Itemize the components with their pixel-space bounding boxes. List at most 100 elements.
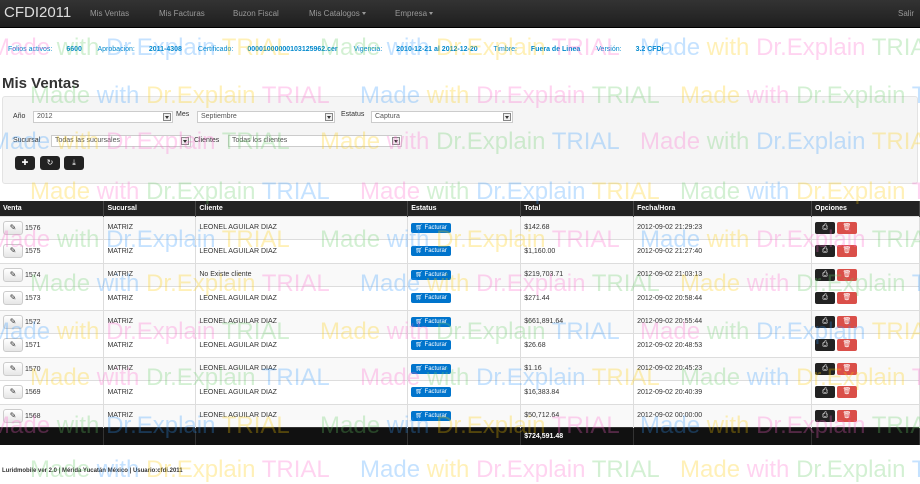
- column-header[interactable]: Total: [520, 201, 635, 216]
- table-total-row: $724,591.48: [0, 427, 920, 445]
- trash-icon: 🗑︎: [842, 223, 852, 231]
- aprobacion-value: 2011-4308: [148, 46, 182, 53]
- delete-button[interactable]: 🗑︎: [836, 386, 857, 399]
- column-header[interactable]: Venta: [0, 201, 105, 216]
- print-button[interactable]: ⎙: [815, 245, 836, 258]
- download-button[interactable]: ⤓: [64, 156, 84, 170]
- edit-button[interactable]: ✎: [3, 291, 23, 306]
- print-icon: ⎙: [822, 341, 828, 349]
- estatus-cell: 🛒︎ Facturar: [407, 333, 522, 357]
- edit-button[interactable]: ✎: [3, 244, 23, 259]
- watermark-word: with: [706, 34, 750, 61]
- watermark-word: Dr.Explain: [476, 456, 586, 483]
- delete-button[interactable]: 🗑︎: [836, 268, 857, 281]
- facturar-button[interactable]: 🛒︎ Facturar: [411, 410, 451, 421]
- print-button[interactable]: ⎙: [815, 409, 836, 422]
- sucursal-cell: MATRIZ: [103, 333, 197, 357]
- chevron-down-icon: [429, 12, 434, 16]
- edit-button[interactable]: ✎: [3, 408, 23, 423]
- facturar-button[interactable]: 🛒︎ Facturar: [411, 363, 451, 374]
- facturar-button[interactable]: 🛒︎ Facturar: [411, 269, 451, 280]
- table-row: ✎ 1570 MATRIZ LEONEL AGUILAR DIAZ 🛒︎ Factura…: [0, 356, 920, 381]
- nav-empresa[interactable]: Empresa: [395, 9, 434, 18]
- pencil-icon: ✎: [9, 222, 17, 232]
- edit-button[interactable]: ✎: [3, 220, 23, 235]
- opciones-cell: ⎙ 🗑︎: [811, 403, 920, 428]
- estatus-select[interactable]: Captura: [371, 111, 513, 123]
- edit-button[interactable]: ✎: [3, 267, 23, 282]
- nav-mis-facturas[interactable]: Mis Facturas: [159, 9, 205, 18]
- certificado-info: Certificado: 00001000000103125962.cer: [198, 46, 338, 53]
- opciones-cell: ⎙ 🗑︎: [811, 309, 920, 334]
- print-button[interactable]: ⎙: [815, 221, 836, 234]
- facturar-button[interactable]: 🛒︎ Facturar: [411, 340, 451, 351]
- fecha-cell: 2012-09-02 20:48:53: [633, 333, 813, 357]
- venta-number: 1573: [25, 295, 41, 303]
- delete-button[interactable]: 🗑︎: [836, 409, 857, 422]
- delete-button[interactable]: 🗑︎: [836, 339, 857, 352]
- facturar-button[interactable]: 🛒︎ Facturar: [411, 222, 451, 233]
- print-button[interactable]: ⎙: [815, 315, 836, 328]
- print-button[interactable]: ⎙: [815, 292, 836, 305]
- brand-logo[interactable]: CFDI2011: [4, 4, 71, 21]
- cliente-cell: LEONEL AGUILAR DIAZ: [195, 356, 409, 381]
- sucursal-cell: MATRIZ: [103, 239, 197, 263]
- navbar: CFDI2011 Mis Ventas Mis Facturas Buzon F…: [0, 0, 920, 28]
- edit-button[interactable]: ✎: [3, 361, 23, 376]
- facturar-label: Facturar: [424, 342, 447, 349]
- add-button[interactable]: ✚: [15, 156, 35, 170]
- sales-table: Venta Sucursal Cliente Estatus Total Fec…: [0, 201, 920, 445]
- column-header[interactable]: Fecha/Hora: [633, 201, 813, 216]
- delete-button[interactable]: 🗑︎: [836, 315, 857, 328]
- print-button[interactable]: ⎙: [815, 362, 836, 375]
- table-header-row: Venta Sucursal Cliente Estatus Total Fec…: [0, 201, 920, 216]
- clientes-value: Todas los clientes: [232, 137, 288, 144]
- estatus-cell: 🛒︎ Facturar: [407, 286, 522, 310]
- table-row: ✎ 1571 MATRIZ LEONEL AGUILAR DIAZ 🛒︎ Factura…: [0, 333, 920, 357]
- print-button[interactable]: ⎙: [815, 268, 836, 281]
- column-header[interactable]: Sucursal: [103, 201, 197, 216]
- refresh-button[interactable]: ↻: [40, 156, 60, 170]
- delete-button[interactable]: 🗑︎: [836, 221, 857, 234]
- column-header[interactable]: Cliente: [195, 201, 409, 216]
- table-row: ✎ 1574 MATRIZ No Existe cliente 🛒︎ Facturar $…: [0, 262, 920, 287]
- total-cell: $1,160.00: [520, 239, 635, 263]
- delete-button[interactable]: 🗑︎: [836, 292, 857, 305]
- mes-select[interactable]: Septiembre: [197, 111, 335, 123]
- clientes-select[interactable]: Todas los clientes: [228, 135, 402, 147]
- sucursal-select[interactable]: Todas las sucursales: [51, 135, 191, 147]
- print-button[interactable]: ⎙: [815, 339, 836, 352]
- aprobacion-info: Aprobacion: 2011-4308: [98, 46, 182, 53]
- logout-link[interactable]: Salir: [898, 9, 914, 18]
- facturar-button[interactable]: 🛒︎ Facturar: [411, 293, 451, 304]
- pencil-icon: ✎: [9, 316, 17, 326]
- estatus-cell: 🛒︎ Facturar: [407, 356, 522, 381]
- column-header[interactable]: Estatus: [407, 201, 522, 216]
- facturar-button[interactable]: 🛒︎ Facturar: [411, 246, 451, 257]
- sucursal-cell: MATRIZ: [103, 403, 197, 428]
- watermark-word: Made: [360, 456, 421, 483]
- print-button[interactable]: ⎙: [815, 386, 836, 399]
- facturar-button[interactable]: 🛒︎ Facturar: [411, 387, 451, 398]
- table-row: ✎ 1572 MATRIZ LEONEL AGUILAR DIAZ 🛒︎ Factura…: [0, 309, 920, 334]
- edit-button[interactable]: ✎: [3, 314, 23, 329]
- estatus-cell: 🛒︎ Facturar: [407, 380, 522, 404]
- sucursal-label: Sucursal: [13, 137, 41, 144]
- anio-select[interactable]: 2012: [33, 111, 173, 123]
- edit-button[interactable]: ✎: [3, 385, 23, 400]
- total-cell: $142.68: [520, 215, 635, 240]
- edit-button[interactable]: ✎: [3, 338, 23, 353]
- facturar-button[interactable]: 🛒︎ Facturar: [411, 316, 451, 327]
- nav-mis-ventas[interactable]: Mis Ventas: [90, 9, 129, 18]
- facturar-label: Facturar: [424, 224, 447, 231]
- account-info-bar: Folios activos: 6600 Aprobacion: 2011-4308…: [8, 46, 678, 53]
- total-cell: $50,712.64: [520, 403, 635, 428]
- nav-buzon-fiscal[interactable]: Buzon Fiscal: [233, 9, 279, 18]
- facturar-label: Facturar: [424, 365, 447, 372]
- print-icon: ⎙: [822, 294, 828, 302]
- nav-mis-catalogos[interactable]: Mis Catalogos: [309, 9, 366, 18]
- facturar-label: Facturar: [424, 412, 447, 419]
- delete-button[interactable]: 🗑︎: [836, 362, 857, 375]
- delete-button[interactable]: 🗑︎: [836, 245, 857, 258]
- certificado-value: 00001000000103125962.cer: [247, 46, 338, 53]
